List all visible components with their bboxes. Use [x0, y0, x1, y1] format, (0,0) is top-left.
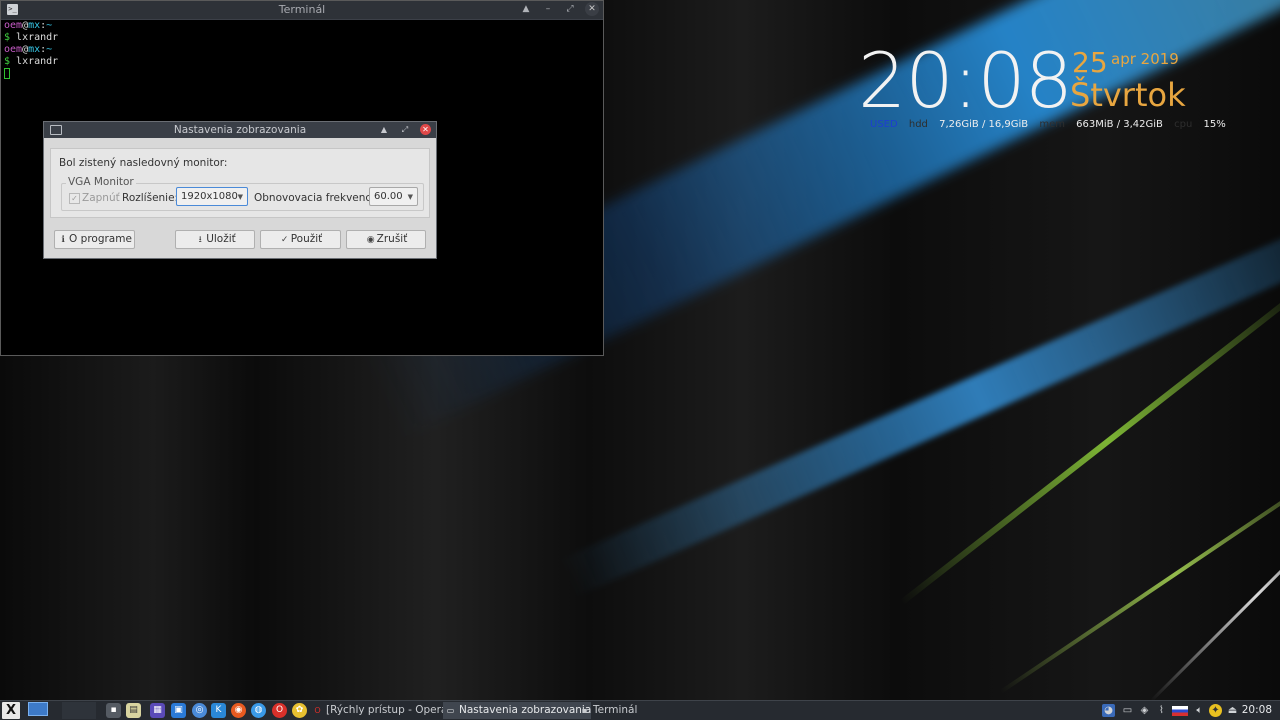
refresh-rate-value: 60.00	[374, 191, 403, 202]
power-tray-icon[interactable]: ✦	[1209, 704, 1222, 717]
maximize-button[interactable]: ⤢	[563, 2, 577, 16]
browser-launcher-icon[interactable]: ◎	[192, 703, 207, 718]
conky-system-stats: USED hdd 7,26GiB / 16,9GiB mem 663MiB / …	[870, 119, 1234, 130]
opera-launcher-icon[interactable]: O	[272, 703, 287, 718]
terminal-command-line: $ lxrandr	[4, 56, 59, 67]
photos-launcher-icon[interactable]: ✿	[292, 703, 307, 718]
maximize-button[interactable]: ⤢	[399, 123, 411, 136]
refresh-rate-select[interactable]: 60.00 ▼	[369, 187, 418, 206]
detected-monitor-label: Bol zistený nasledovný monitor:	[59, 157, 228, 169]
terminal-titlebar[interactable]: >_ Terminál ▲ – ⤢ ✕	[1, 1, 603, 20]
workspace-2-button[interactable]	[62, 702, 96, 719]
firefox-launcher-icon[interactable]: ◉	[231, 703, 246, 718]
flag-app-launcher-icon[interactable]: ▦	[150, 703, 165, 718]
resolution-label: Rozlíšenie:	[122, 192, 179, 204]
terminal-title: Terminál	[278, 3, 326, 16]
info-icon: ℹ	[61, 235, 65, 245]
taskbar: X ▪ ▤ ▦ ▣ ◎ K ◉ ◍ O ✿ O [Rýchly prístup -…	[0, 700, 1280, 720]
hdd-label: hdd	[908, 119, 928, 130]
download-icon: ⭳	[198, 235, 202, 245]
workspace-1-button[interactable]	[28, 702, 48, 716]
chevron-down-icon: ▼	[237, 193, 243, 201]
enable-checkbox[interactable]: ✓	[69, 193, 80, 204]
cpu-value: 15%	[1203, 119, 1226, 130]
chevron-down-icon: ▼	[407, 193, 413, 201]
task-opera[interactable]: O [Rýchly prístup - Opera]	[310, 702, 456, 719]
terminal-body[interactable]: oem@mx:~ $ lxrandr oem@mx:~ $ lxrandr	[1, 20, 603, 80]
refresh-rate-label: Obnovovacia frekvencia:	[254, 192, 385, 204]
shade-button[interactable]: ▲	[378, 123, 390, 136]
eject-icon[interactable]: ⏏	[1226, 704, 1239, 717]
display-tray-icon[interactable]: ▭	[1121, 704, 1134, 717]
terminal-icon: ▪	[581, 706, 588, 715]
wallpaper-white-streak	[1150, 487, 1280, 703]
minimize-button[interactable]: –	[541, 2, 555, 16]
dialog-titlebar[interactable]: Nastavenia zobrazovania ▲ ⤢ ✕	[44, 122, 436, 138]
about-button[interactable]: ℹO programe	[54, 230, 135, 249]
cpu-label: cpu	[1174, 119, 1193, 130]
taskbar-clock[interactable]: 20:08	[1242, 702, 1272, 719]
task-display-settings[interactable]: ▭ Nastavenia zobrazovania	[443, 702, 591, 719]
conky-weekday: Štvrtok	[1070, 76, 1186, 114]
clip-tray-icon[interactable]: ⌇	[1155, 704, 1168, 717]
mem-label: mem	[1039, 119, 1065, 130]
check-icon: ✓	[280, 235, 289, 245]
conky-clock: 20:08	[858, 36, 1073, 125]
monitor-panel: Bol zistený nasledovný monitor: VGA Moni…	[50, 148, 430, 218]
window-app-launcher-icon[interactable]: ▣	[171, 703, 186, 718]
shade-button[interactable]: ▲	[519, 2, 533, 16]
save-button[interactable]: ⭳ Uložiť	[175, 230, 255, 249]
volume-icon[interactable]: 🔈︎	[1193, 704, 1206, 717]
display-settings-dialog[interactable]: Nastavenia zobrazovania ▲ ⤢ ✕ Bol zisten…	[43, 121, 437, 259]
close-button[interactable]: ✕	[420, 124, 431, 135]
enable-checkbox-label: Zapnúť	[82, 192, 120, 204]
terminal-command-line: $ lxrandr	[4, 32, 59, 43]
group-label: VGA Monitor	[66, 176, 136, 188]
terminal-prompt-line: oem@mx:~	[4, 44, 53, 55]
resolution-value: 1920x1080	[181, 191, 238, 202]
task-terminal[interactable]: ▪ Terminál	[577, 702, 723, 719]
file-manager-launcher-icon[interactable]: ▤	[126, 703, 141, 718]
monitor-icon: ▭	[446, 706, 455, 715]
cancel-button[interactable]: ◉ Zrušiť	[346, 230, 426, 249]
conky-month-year: apr 2019	[1111, 50, 1179, 68]
used-label: USED	[870, 119, 898, 130]
conky-day: 25	[1072, 46, 1108, 79]
chromium-launcher-icon[interactable]: ◍	[251, 703, 266, 718]
terminal-prompt-line: oem@mx:~	[4, 20, 53, 31]
mem-value: 663MiB / 3,42GiB	[1076, 119, 1163, 130]
terminal-cursor-line	[4, 68, 600, 80]
apply-button[interactable]: ✓ Použiť	[260, 230, 341, 249]
close-button[interactable]: ✕	[585, 2, 599, 16]
terminal-cursor	[4, 68, 10, 79]
network-tray-icon[interactable]: ◕	[1102, 704, 1115, 717]
package-tray-icon[interactable]: ◈	[1138, 704, 1151, 717]
vga-monitor-group: VGA Monitor ✓ Zapnúť Rozlíšenie: 1920x10…	[61, 176, 424, 211]
terminal-launcher-icon[interactable]: ▪	[106, 703, 121, 718]
resolution-select[interactable]: 1920x1080 ▼	[176, 187, 248, 206]
keyboard-layout-flag-icon[interactable]	[1172, 706, 1188, 716]
kde-app-launcher-icon[interactable]: K	[211, 703, 226, 718]
start-menu-button[interactable]: X	[2, 702, 20, 719]
hdd-value: 7,26GiB / 16,9GiB	[939, 119, 1029, 130]
opera-icon: O	[314, 706, 321, 715]
cancel-icon: ◉	[366, 235, 375, 245]
